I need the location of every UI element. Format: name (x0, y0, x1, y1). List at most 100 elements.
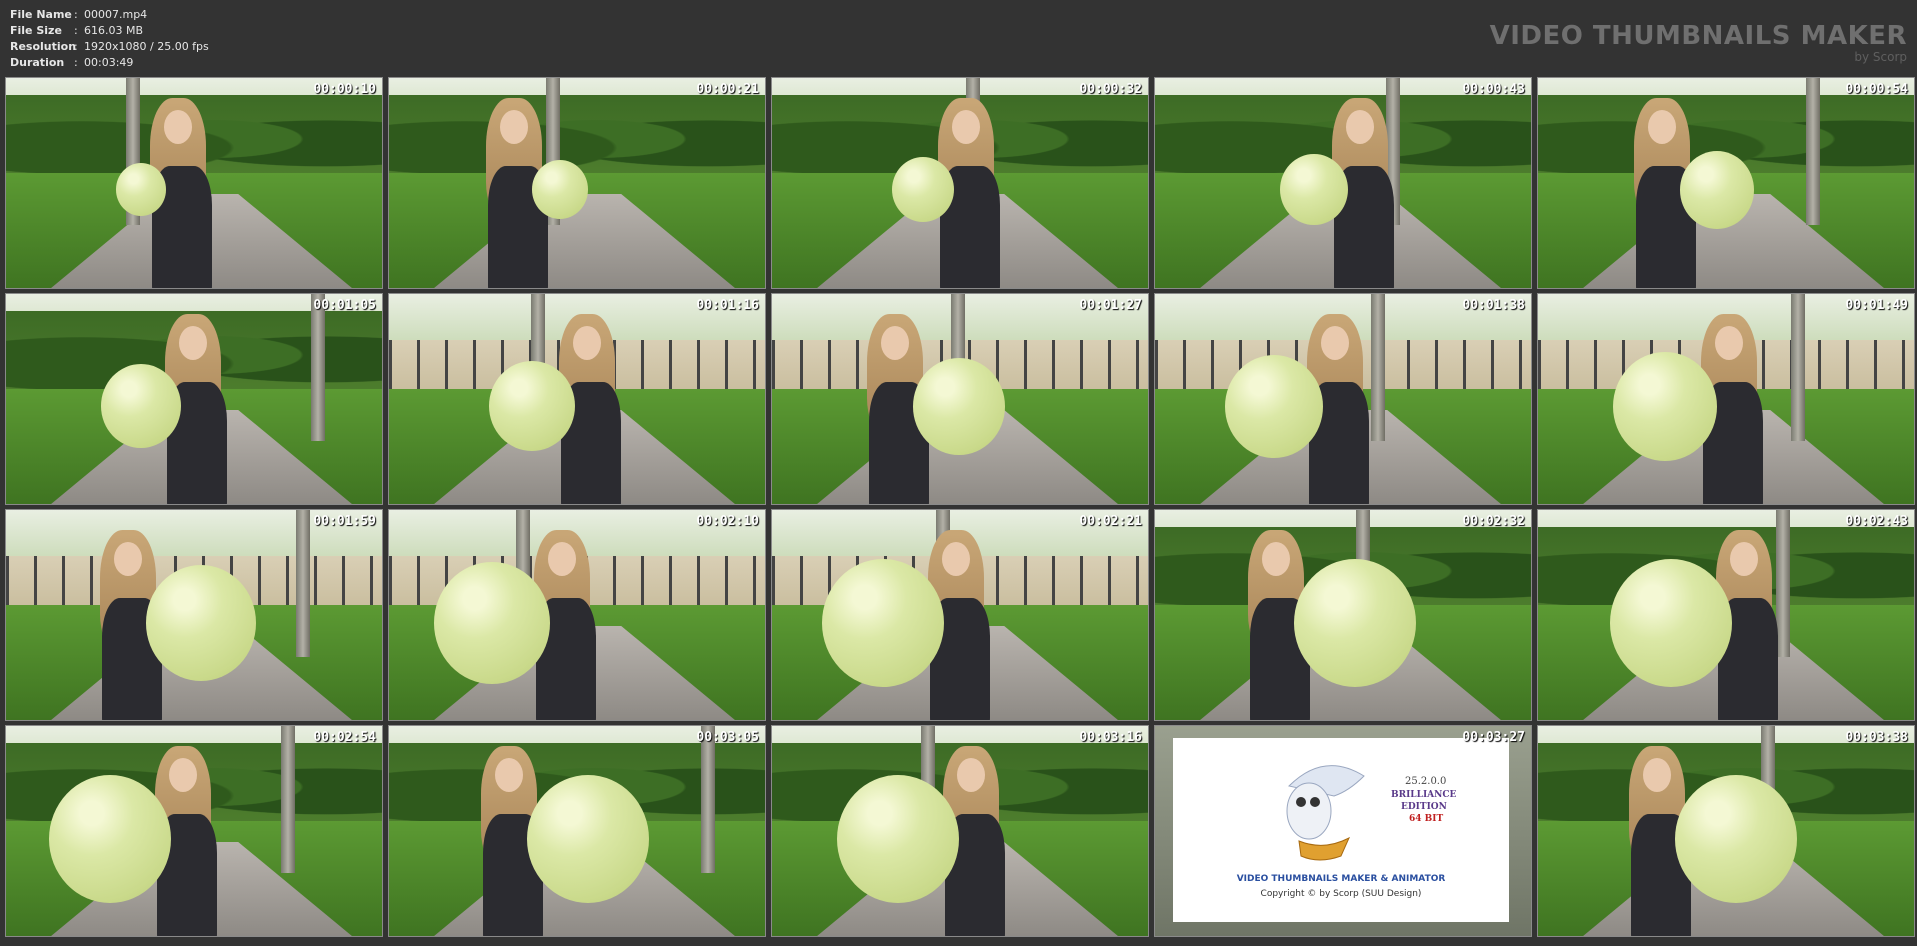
timestamp-label: 00:00:43 (1462, 82, 1525, 97)
face (1648, 110, 1676, 144)
video-frame-image (1155, 510, 1531, 720)
face (1730, 542, 1758, 576)
file-name-label: File Name (10, 8, 72, 21)
balloon (116, 163, 166, 216)
thumbnail-frame[interactable]: 00:01:49 (1537, 293, 1915, 505)
video-frame-image (772, 726, 1148, 936)
timestamp-label: 00:00:54 (1845, 82, 1908, 97)
thumbnail-frame[interactable]: 00:03:05 (388, 725, 766, 937)
version-label: 25.2.0.0 (1405, 776, 1447, 787)
timestamp-label: 00:02:43 (1845, 514, 1908, 529)
timestamp-label: 00:02:21 (1079, 514, 1142, 529)
brand-watermark: VIDEO THUMBNAILS MAKER by Scorp (1490, 22, 1907, 64)
timestamp-label: 00:00:32 (1079, 82, 1142, 97)
file-info: File Name : 00007.mp4 File Size : 616.03… (10, 7, 209, 71)
face (1346, 110, 1374, 144)
thumbnail-frame[interactable]: 00:02:10 (388, 509, 766, 721)
face (164, 110, 192, 144)
face (1715, 326, 1743, 360)
thumbnail-frame[interactable]: 00:02:21 (771, 509, 1149, 721)
face (169, 758, 197, 792)
thumbnail-frame[interactable]: 00:01:27 (771, 293, 1149, 505)
video-frame-image: 25.2.0.0 BRILLIANCE EDITION 64 BIT VIDEO THU… (1155, 726, 1531, 936)
face (942, 542, 970, 576)
resolution-label: Resolution (10, 40, 77, 53)
duration-label: Duration (10, 56, 65, 69)
thumbnail-frame[interactable]: 00:02:32 (1154, 509, 1532, 721)
timestamp-label: 00:01:49 (1845, 298, 1908, 313)
thumbnail-frame[interactable]: 00:01:59 (5, 509, 383, 721)
balloon (1613, 352, 1717, 462)
face (548, 542, 576, 576)
edition-label: EDITION (1401, 802, 1447, 812)
video-frame-image (389, 726, 765, 936)
thumbnail-frame[interactable]: 00:02:54 (5, 725, 383, 937)
face (881, 326, 909, 360)
balloon (1280, 154, 1348, 226)
balloon (1225, 355, 1323, 458)
video-frame-image (1538, 294, 1914, 504)
balloon (837, 775, 959, 904)
face (957, 758, 985, 792)
owl-logo-icon (1286, 765, 1365, 861)
file-name-value: 00007.mp4 (84, 8, 148, 21)
thumbnail-frame[interactable]: 00:01:38 (1154, 293, 1532, 505)
balloon (892, 157, 954, 223)
pole (1806, 78, 1820, 225)
face (573, 326, 601, 360)
face (179, 326, 207, 360)
thumbnail-frame[interactable]: 00:03:16 (771, 725, 1149, 937)
thumbnail-grid: 00:00:10 00:00:21 00:00:32 00:00:43 00:00:54… (5, 77, 1915, 943)
brand-title: VIDEO THUMBNAILS MAKER (1489, 21, 1907, 51)
product-name: VIDEO THUMBNAILS MAKER & ANIMATOR (1236, 874, 1446, 884)
balloon (532, 160, 588, 219)
pole (1776, 510, 1790, 657)
duration-row: Duration : 00:03:49 (10, 55, 209, 71)
thumbnail-frame[interactable]: 00:02:43 (1537, 509, 1915, 721)
pole (1791, 294, 1805, 441)
timestamp-label: 00:01:38 (1462, 298, 1525, 313)
separator: : (74, 40, 78, 53)
balloon (1610, 559, 1732, 688)
pole (311, 294, 325, 441)
thumbnail-frame[interactable]: 00:00:32 (771, 77, 1149, 289)
balloon (489, 361, 575, 452)
pole (701, 726, 715, 873)
header: File Name : 00007.mp4 File Size : 616.03… (0, 0, 1917, 76)
thumbnail-frame[interactable]: 00:01:05 (5, 293, 383, 505)
balloon (1680, 151, 1754, 229)
file-size-label: File Size (10, 24, 62, 37)
balloon (913, 358, 1005, 455)
balloon (1675, 775, 1797, 904)
timestamp-label: 00:00:10 (313, 82, 376, 97)
timestamp-label: 00:01:16 (696, 298, 759, 313)
thumbnail-frame[interactable]: 00:01:16 (388, 293, 766, 505)
splash-panel: 25.2.0.0 BRILLIANCE EDITION 64 BIT VIDEO THU… (1173, 738, 1509, 922)
video-frame-image (772, 294, 1148, 504)
video-frame-image (1538, 726, 1914, 936)
video-frame-image (6, 510, 382, 720)
balloon (146, 565, 256, 681)
resolution-value: 1920x1080 / 25.00 fps (84, 40, 209, 53)
thumbnail-frame[interactable]: 00:00:54 (1537, 77, 1915, 289)
video-frame-image (6, 78, 382, 288)
timestamp-label: 00:03:05 (696, 730, 759, 745)
face (114, 542, 142, 576)
thumbnail-frame[interactable]: 25.2.0.0 BRILLIANCE EDITION 64 BIT VIDEO THU… (1154, 725, 1532, 937)
thumbnail-frame[interactable]: 00:00:10 (5, 77, 383, 289)
copyright-text: Copyright © by Scorp (SUU Design) (1260, 889, 1422, 899)
video-frame-image (6, 294, 382, 504)
balloon (822, 559, 944, 688)
face (1262, 542, 1290, 576)
edition-label: BRILLIANCE (1391, 790, 1457, 800)
pole (281, 726, 295, 873)
thumbnail-frame[interactable]: 00:03:38 (1537, 725, 1915, 937)
thumbnail-frame[interactable]: 00:00:21 (388, 77, 766, 289)
file-size-row: File Size : 616.03 MB (10, 23, 209, 39)
thumbnail-frame[interactable]: 00:00:43 (1154, 77, 1532, 289)
balloon (49, 775, 171, 904)
face (1321, 326, 1349, 360)
bits-label: 64 BIT (1409, 814, 1444, 824)
face (952, 110, 980, 144)
balloon (1294, 559, 1416, 688)
